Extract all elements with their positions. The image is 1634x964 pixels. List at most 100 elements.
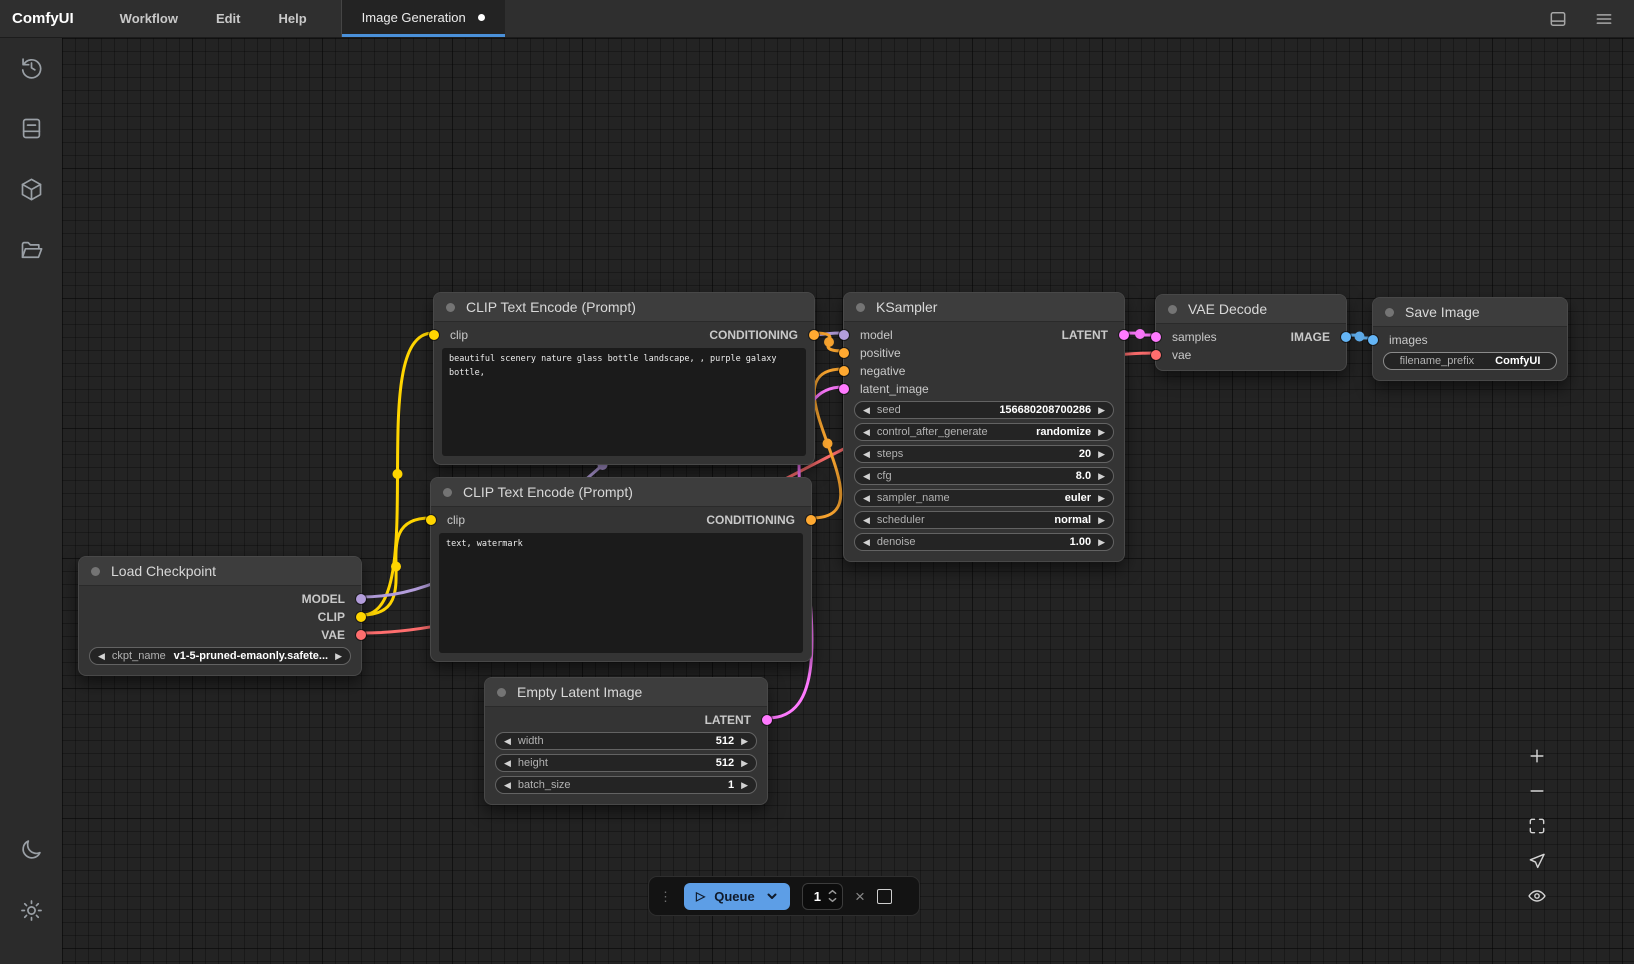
increment-arrow-icon[interactable]: ▶	[1098, 406, 1105, 415]
output-dot-image[interactable]	[1341, 332, 1351, 342]
widget-sampler-name[interactable]: ◀ sampler_name euler ▶	[854, 489, 1114, 507]
sidebar-item-history[interactable]	[18, 54, 45, 81]
select-mode-icon[interactable]	[1527, 851, 1547, 871]
node-title-bar[interactable]: CLIP Text Encode (Prompt)	[434, 293, 814, 322]
bottom-panel-icon[interactable]	[1548, 9, 1568, 29]
tab-image-generation[interactable]: Image Generation	[342, 0, 505, 37]
widget-seed[interactable]: ◀ seed 156680208700286 ▶	[854, 401, 1114, 419]
input-dot-clip[interactable]	[429, 330, 439, 340]
increment-arrow-icon[interactable]: ▶	[1098, 428, 1105, 437]
node-load-checkpoint[interactable]: Load Checkpoint MODEL CLIP VAE ◀ ckpt_na…	[78, 556, 362, 676]
node-save-image[interactable]: Save Image images filename_prefix ComfyU…	[1372, 297, 1568, 381]
node-title-bar[interactable]: Empty Latent Image	[485, 678, 767, 707]
increment-arrow-icon[interactable]: ▶	[1098, 450, 1105, 459]
increment-arrow-icon[interactable]: ▶	[1098, 472, 1105, 481]
chevron-down-icon[interactable]	[766, 890, 778, 902]
increment-arrow-icon[interactable]: ▶	[741, 759, 748, 768]
node-title-bar[interactable]: KSampler	[844, 293, 1124, 322]
output-dot-latent[interactable]	[762, 715, 772, 725]
widget-height[interactable]: ◀ height 512 ▶	[495, 754, 757, 772]
widget-batch-size[interactable]: ◀ batch_size 1 ▶	[495, 776, 757, 794]
decrement-arrow-icon[interactable]: ◀	[863, 450, 870, 459]
input-dot-images[interactable]	[1368, 335, 1378, 345]
fit-view-icon[interactable]	[1527, 816, 1547, 836]
input-dot-clip[interactable]	[426, 515, 436, 525]
sidebar-item-queue[interactable]	[18, 115, 45, 142]
node-vae-decode[interactable]: VAE Decode samples vae IMAGE	[1155, 294, 1347, 371]
widget-width[interactable]: ◀ width 512 ▶	[495, 732, 757, 750]
zoom-out-icon[interactable]	[1527, 781, 1547, 801]
widget-denoise[interactable]: ◀ denoise 1.00 ▶	[854, 533, 1114, 551]
widget-steps[interactable]: ◀ steps 20 ▶	[854, 445, 1114, 463]
collapse-dot[interactable]	[497, 688, 506, 697]
collapse-dot[interactable]	[1385, 308, 1394, 317]
node-title-bar[interactable]: Save Image	[1373, 298, 1567, 327]
input-dot-negative[interactable]	[839, 366, 849, 376]
menu-workflow[interactable]: Workflow	[120, 11, 178, 26]
stop-icon[interactable]	[877, 889, 892, 904]
menu-icon[interactable]	[1594, 9, 1614, 29]
output-dot-clip[interactable]	[356, 612, 366, 622]
prompt-textarea[interactable]: beautiful scenery nature glass bottle la…	[442, 348, 806, 456]
node-title-bar[interactable]: CLIP Text Encode (Prompt)	[431, 478, 811, 507]
node-clip-text-encode-negative[interactable]: CLIP Text Encode (Prompt) clip CONDITION…	[430, 477, 812, 662]
widget-scheduler[interactable]: ◀ scheduler normal ▶	[854, 511, 1114, 529]
prompt-textarea[interactable]: text, watermark	[439, 533, 803, 653]
widget-control-after-generate[interactable]: ◀ control_after_generate randomize ▶	[854, 423, 1114, 441]
node-title-bar[interactable]: Load Checkpoint	[79, 557, 361, 586]
toggle-link-visibility-icon[interactable]	[1527, 886, 1547, 906]
decrement-arrow-icon[interactable]: ◀	[504, 737, 511, 746]
decrement-arrow-icon[interactable]: ◀	[863, 428, 870, 437]
input-dot-model[interactable]	[839, 330, 849, 340]
increment-arrow-icon[interactable]: ▶	[741, 737, 748, 746]
input-dot-vae[interactable]	[1151, 350, 1161, 360]
widget-filename-prefix[interactable]: filename_prefix ComfyUI	[1383, 352, 1557, 370]
output-dot-latent[interactable]	[1119, 330, 1129, 340]
stepper-down-icon[interactable]	[828, 897, 837, 903]
decrement-arrow-icon[interactable]: ◀	[863, 516, 870, 525]
clear-queue-icon[interactable]: ×	[855, 888, 865, 905]
batch-stepper[interactable]	[828, 889, 837, 903]
decrement-arrow-icon[interactable]: ◀	[863, 494, 870, 503]
decrement-arrow-icon[interactable]: ◀	[863, 538, 870, 547]
node-clip-text-encode-positive[interactable]: CLIP Text Encode (Prompt) clip CONDITION…	[433, 292, 815, 465]
widget-ckpt-name[interactable]: ◀ ckpt_name v1-5-pruned-emaonly.safete..…	[89, 647, 351, 665]
decrement-arrow-icon[interactable]: ◀	[863, 406, 870, 415]
input-dot-positive[interactable]	[839, 348, 849, 358]
decrement-arrow-icon[interactable]: ◀	[98, 652, 105, 661]
collapse-dot[interactable]	[446, 303, 455, 312]
queue-button[interactable]: ▷ Queue	[684, 883, 790, 910]
batch-count-input[interactable]: 1	[802, 883, 843, 910]
theme-toggle[interactable]	[18, 836, 45, 863]
increment-arrow-icon[interactable]: ▶	[1098, 538, 1105, 547]
input-dot-latent-image[interactable]	[839, 384, 849, 394]
output-dot-conditioning[interactable]	[806, 515, 816, 525]
sidebar-item-workflows[interactable]	[18, 237, 45, 264]
drag-handle-icon[interactable]: ⋮	[659, 890, 672, 903]
decrement-arrow-icon[interactable]: ◀	[504, 781, 511, 790]
increment-arrow-icon[interactable]: ▶	[335, 652, 342, 661]
node-title-bar[interactable]: VAE Decode	[1156, 295, 1346, 324]
node-empty-latent-image[interactable]: Empty Latent Image LATENT ◀ width 512 ▶ …	[484, 677, 768, 805]
output-dot-conditioning[interactable]	[809, 330, 819, 340]
output-dot-vae[interactable]	[356, 630, 366, 640]
widget-cfg[interactable]: ◀ cfg 8.0 ▶	[854, 467, 1114, 485]
increment-arrow-icon[interactable]: ▶	[1098, 516, 1105, 525]
collapse-dot[interactable]	[91, 567, 100, 576]
increment-arrow-icon[interactable]: ▶	[1098, 494, 1105, 503]
decrement-arrow-icon[interactable]: ◀	[504, 759, 511, 768]
decrement-arrow-icon[interactable]: ◀	[863, 472, 870, 481]
menu-help[interactable]: Help	[279, 11, 307, 26]
stepper-up-icon[interactable]	[828, 889, 837, 895]
node-ksampler[interactable]: KSampler model positive negative latent_…	[843, 292, 1125, 562]
collapse-dot[interactable]	[1168, 305, 1177, 314]
increment-arrow-icon[interactable]: ▶	[741, 781, 748, 790]
collapse-dot[interactable]	[443, 488, 452, 497]
app-logo[interactable]: ComfyUI	[12, 0, 74, 37]
settings-button[interactable]	[18, 897, 45, 924]
collapse-dot[interactable]	[856, 303, 865, 312]
zoom-in-icon[interactable]	[1527, 746, 1547, 766]
output-dot-model[interactable]	[356, 594, 366, 604]
menu-edit[interactable]: Edit	[216, 11, 241, 26]
sidebar-item-node-library[interactable]	[18, 176, 45, 203]
